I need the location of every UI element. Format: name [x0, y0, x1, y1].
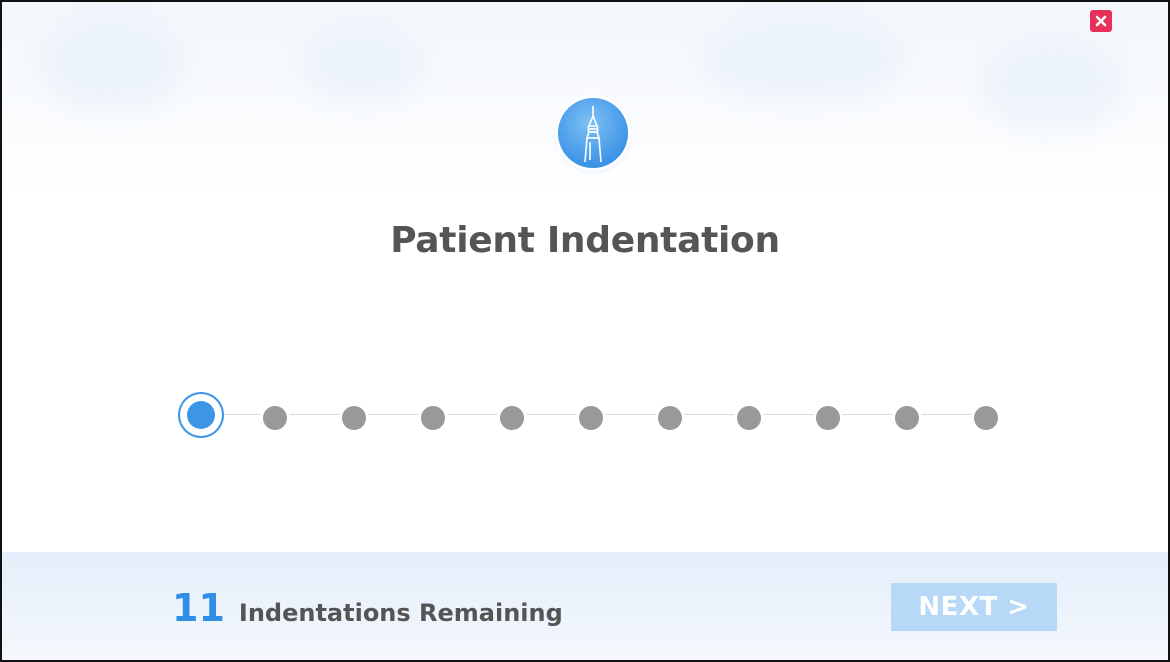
- background-decoration: [982, 42, 1122, 132]
- page-title: Patient Indentation: [390, 220, 780, 261]
- next-button[interactable]: NEXT >: [891, 583, 1057, 631]
- step-2[interactable]: [260, 403, 290, 433]
- remaining-label: Indentations Remaining: [238, 599, 563, 627]
- needle-icon: [584, 106, 602, 162]
- remaining-indicator: 11 Indentations Remaining: [172, 586, 563, 630]
- step-6[interactable]: [576, 403, 606, 433]
- step-4[interactable]: [418, 403, 448, 433]
- indentation-dialog: Patient Indentation 11 Indentations Rema…: [0, 0, 1170, 662]
- background-decoration: [702, 22, 902, 102]
- active-step-dot: [187, 401, 215, 429]
- step-5[interactable]: [497, 403, 527, 433]
- step-1[interactable]: [178, 392, 224, 438]
- dialog-footer: 11 Indentations Remaining NEXT >: [2, 552, 1168, 660]
- needle-icon-badge: [558, 98, 628, 168]
- step-9[interactable]: [813, 403, 843, 433]
- indentation-stepper: [178, 392, 1018, 438]
- background-decoration: [42, 22, 182, 112]
- step-11[interactable]: [971, 403, 1001, 433]
- background-decoration: [302, 32, 422, 102]
- step-7[interactable]: [655, 403, 685, 433]
- close-icon: [1095, 15, 1107, 27]
- step-8[interactable]: [734, 403, 764, 433]
- step-3[interactable]: [339, 403, 369, 433]
- close-button[interactable]: [1090, 10, 1112, 32]
- remaining-count: 11: [172, 586, 225, 630]
- step-10[interactable]: [892, 403, 922, 433]
